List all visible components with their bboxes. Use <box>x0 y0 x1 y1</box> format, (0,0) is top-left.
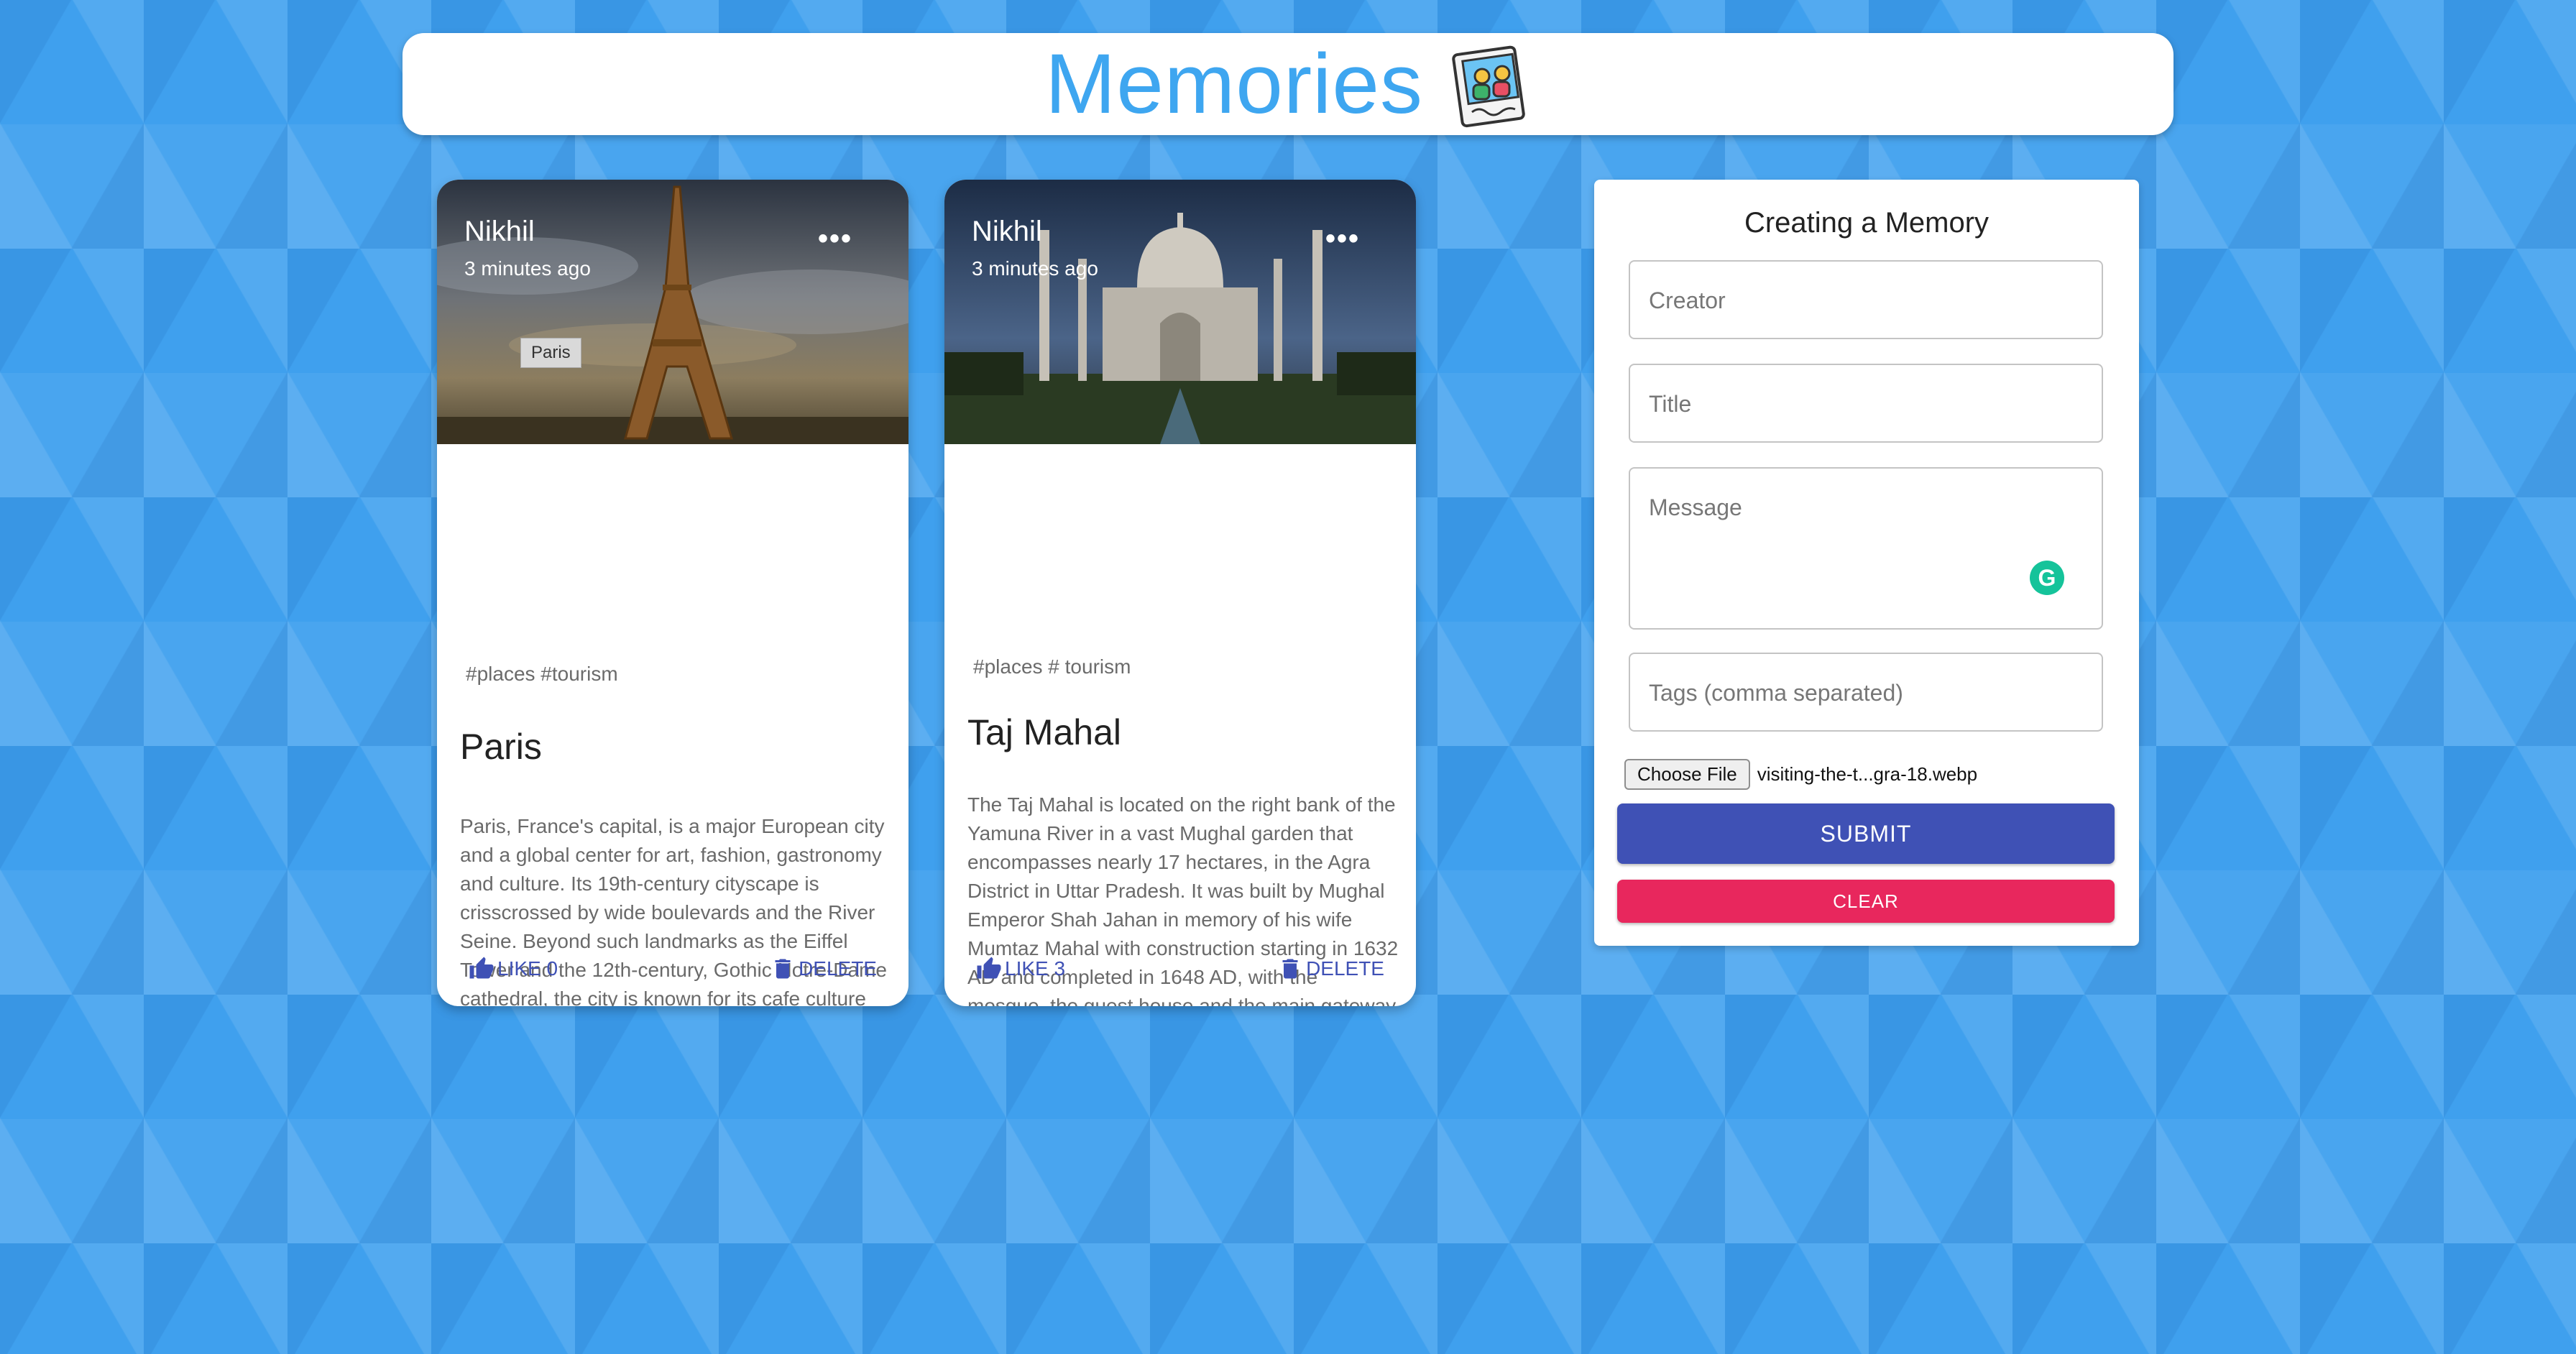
post-card: Nikhil 3 minutes ago ••• #places #touris… <box>437 180 908 1006</box>
selected-file-name: visiting-the-t...gra-18.webp <box>1757 763 1978 785</box>
grammarly-icon[interactable]: G <box>2030 561 2064 595</box>
thumb-up-icon <box>977 957 1001 979</box>
post-title: Paris <box>460 727 542 767</box>
message-input[interactable]: Message G <box>1629 467 2103 630</box>
post-title: Taj Mahal <box>967 712 1121 752</box>
file-input: Choose File visiting-the-t...gra-18.webp <box>1624 759 1977 790</box>
thumb-up-icon <box>469 957 494 979</box>
like-button[interactable]: LIKE 0 <box>469 956 558 982</box>
post-tags: #places #tourism <box>466 663 618 685</box>
like-label: LIKE 0 <box>497 957 558 980</box>
message-placeholder: Message <box>1649 494 1742 520</box>
app-bar: Memories <box>402 33 2174 135</box>
app-title: Memories <box>1045 37 1423 132</box>
post-time: 3 minutes ago <box>464 257 591 280</box>
submit-button[interactable]: SUBMIT <box>1617 803 2115 864</box>
trash-icon <box>775 959 791 979</box>
delete-button[interactable]: DELETE <box>1277 956 1384 982</box>
post-tags: #places # tourism <box>973 655 1131 678</box>
create-memory-form: Creating a Memory Creator Title Message … <box>1594 180 2139 946</box>
post-actions: LIKE 3 DELETE <box>976 954 1384 983</box>
like-button[interactable]: LIKE 3 <box>976 956 1065 982</box>
image-location-label: Paris <box>520 338 581 368</box>
delete-button[interactable]: DELETE <box>770 956 877 982</box>
photo-memories-icon <box>1452 45 1525 128</box>
tags-input[interactable]: Tags (comma separated) <box>1629 653 2103 732</box>
delete-label: DELETE <box>799 957 877 980</box>
title-input[interactable]: Title <box>1629 364 2103 443</box>
trash-icon <box>1282 959 1298 979</box>
post-time: 3 minutes ago <box>972 257 1098 280</box>
post-actions: LIKE 0 DELETE <box>469 954 877 983</box>
like-label: LIKE 3 <box>1005 957 1066 980</box>
post-creator: Nikhil <box>972 216 1042 247</box>
more-horiz-icon[interactable]: ••• <box>818 223 852 255</box>
creator-input[interactable]: Creator <box>1629 260 2103 339</box>
post-card: Nikhil 3 minutes ago ••• #places # touri… <box>944 180 1416 1006</box>
form-title: Creating a Memory <box>1744 207 1990 239</box>
choose-file-button[interactable]: Choose File <box>1624 759 1750 790</box>
post-creator: Nikhil <box>464 216 535 247</box>
clear-button[interactable]: CLEAR <box>1617 880 2115 923</box>
delete-label: DELETE <box>1306 957 1384 980</box>
more-horiz-icon[interactable]: ••• <box>1325 223 1360 255</box>
